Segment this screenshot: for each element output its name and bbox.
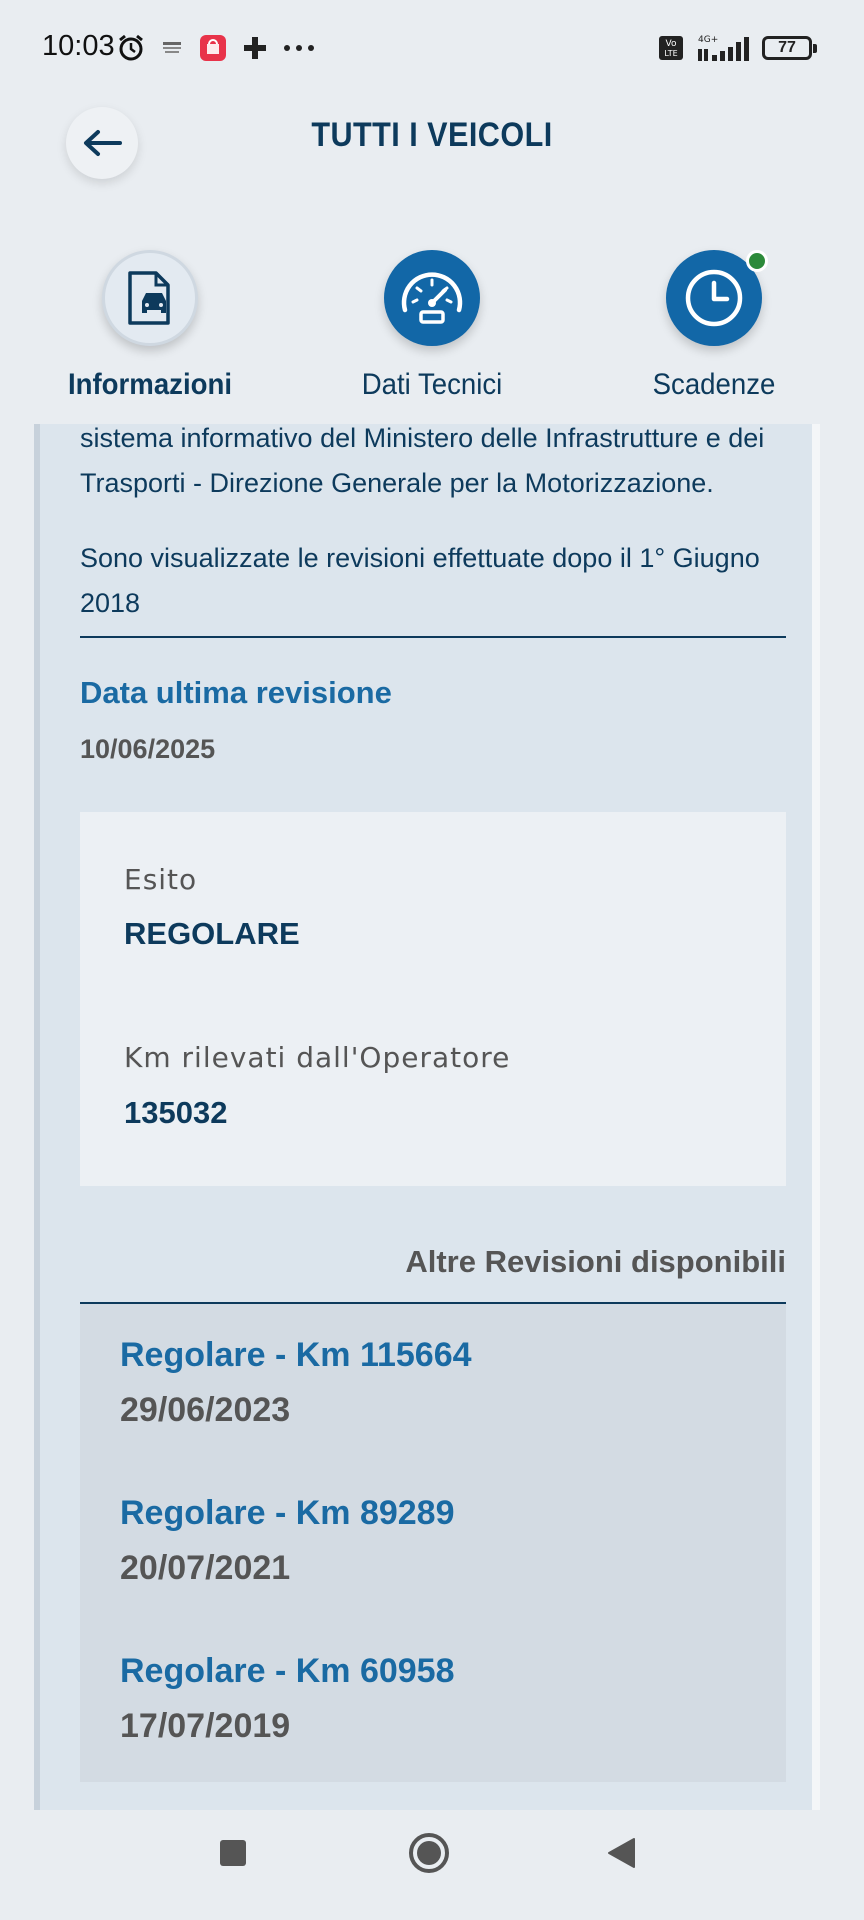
tab-informazioni-button[interactable] [102, 250, 198, 346]
intro-block: sistema informativo del Ministero delle … [80, 424, 786, 626]
revision-title: Regolare - Km 60958 [120, 1652, 455, 1690]
tab-dati-tecnici-button[interactable] [384, 250, 480, 346]
revision-title: Regolare - Km 89289 [120, 1494, 455, 1532]
car-document-icon [128, 271, 170, 325]
list-item[interactable]: Regolare - Km 89289 20/07/2021 [120, 1494, 455, 1588]
volte-icon: Vo LTE [659, 36, 683, 60]
esito-label: Esito [124, 863, 198, 896]
page-title: TUTTI I VEICOLI [311, 116, 553, 154]
intro-line-1: sistema informativo del Ministero delle … [80, 424, 765, 453]
esito-value: REGOLARE [124, 916, 300, 951]
home-button[interactable] [408, 1832, 450, 1874]
last-revision-date: 10/06/2025 [80, 734, 216, 764]
tab-bar: Informazioni Dati Tecnici Scadenze [0, 250, 864, 425]
status-bar: 10:03 Vo LTE 4G+ 77 [0, 0, 864, 96]
last-revision-card: Esito REGOLARE Km rilevati dall'Operator… [80, 812, 786, 1186]
app-header: TUTTI I VEICOLI [0, 96, 864, 226]
revision-title: Regolare - Km 115664 [120, 1336, 472, 1374]
intro-line-3: Sono visualizzate le revisioni effettuat… [80, 543, 760, 573]
alarm-icon [119, 34, 143, 61]
recent-apps-button[interactable] [218, 1838, 248, 1868]
list-item[interactable]: Regolare - Km 115664 29/06/2023 [120, 1336, 472, 1430]
shopping-bag-icon [200, 35, 226, 61]
intro-line-4: 2018 [80, 588, 141, 618]
revision-date: 17/07/2019 [120, 1707, 291, 1745]
revisions-panel[interactable]: sistema informativo del Ministero delle … [34, 424, 820, 1810]
revision-date: 29/06/2023 [120, 1391, 291, 1429]
svg-text:4G+: 4G+ [698, 35, 718, 45]
status-icons-left [116, 30, 316, 66]
tab-dati-tecnici-label: Dati Tecnici [361, 368, 503, 401]
plus-app-icon [244, 37, 266, 59]
intro-line-2: Trasporti - Direzione Generale per la Mo… [80, 468, 714, 498]
list-item[interactable]: Regolare - Km 60958 17/07/2019 [120, 1652, 455, 1746]
clock-icon [685, 269, 743, 327]
km-label: Km rilevati dall'Operatore [124, 1041, 511, 1074]
last-revision-title: Data ultima revisione [80, 675, 392, 710]
notification-dot [746, 250, 768, 272]
system-nav-bar [0, 1810, 864, 1920]
svg-text:LTE: LTE [664, 49, 677, 58]
speedometer-icon [401, 272, 463, 324]
revision-date: 20/07/2021 [120, 1549, 291, 1587]
tab-scadenze[interactable]: Scadenze [584, 250, 844, 402]
status-icons-right: Vo LTE 4G+ 77 [658, 30, 817, 66]
tab-scadenze-label: Scadenze [652, 368, 776, 401]
battery-icon: 77 [762, 36, 817, 60]
tab-informazioni[interactable]: Informazioni [20, 250, 280, 402]
other-revisions-title: Altre Revisioni disponibili [405, 1244, 786, 1279]
tab-informazioni-label: Informazioni [67, 368, 233, 401]
divider [80, 636, 786, 638]
km-value: 135032 [124, 1095, 228, 1130]
tab-dati-tecnici[interactable]: Dati Tecnici [302, 250, 562, 402]
status-time: 10:03 [42, 30, 115, 62]
other-revisions-list: Regolare - Km 115664 29/06/2023 Regolare… [80, 1304, 786, 1782]
back-nav-button[interactable] [606, 1837, 636, 1869]
tab-scadenze-button[interactable] [666, 250, 768, 346]
notification-app-icon [163, 42, 181, 53]
signal-icon: 4G+ [698, 35, 749, 61]
svg-text:Vo: Vo [666, 39, 677, 49]
more-notifications-icon [284, 45, 314, 51]
